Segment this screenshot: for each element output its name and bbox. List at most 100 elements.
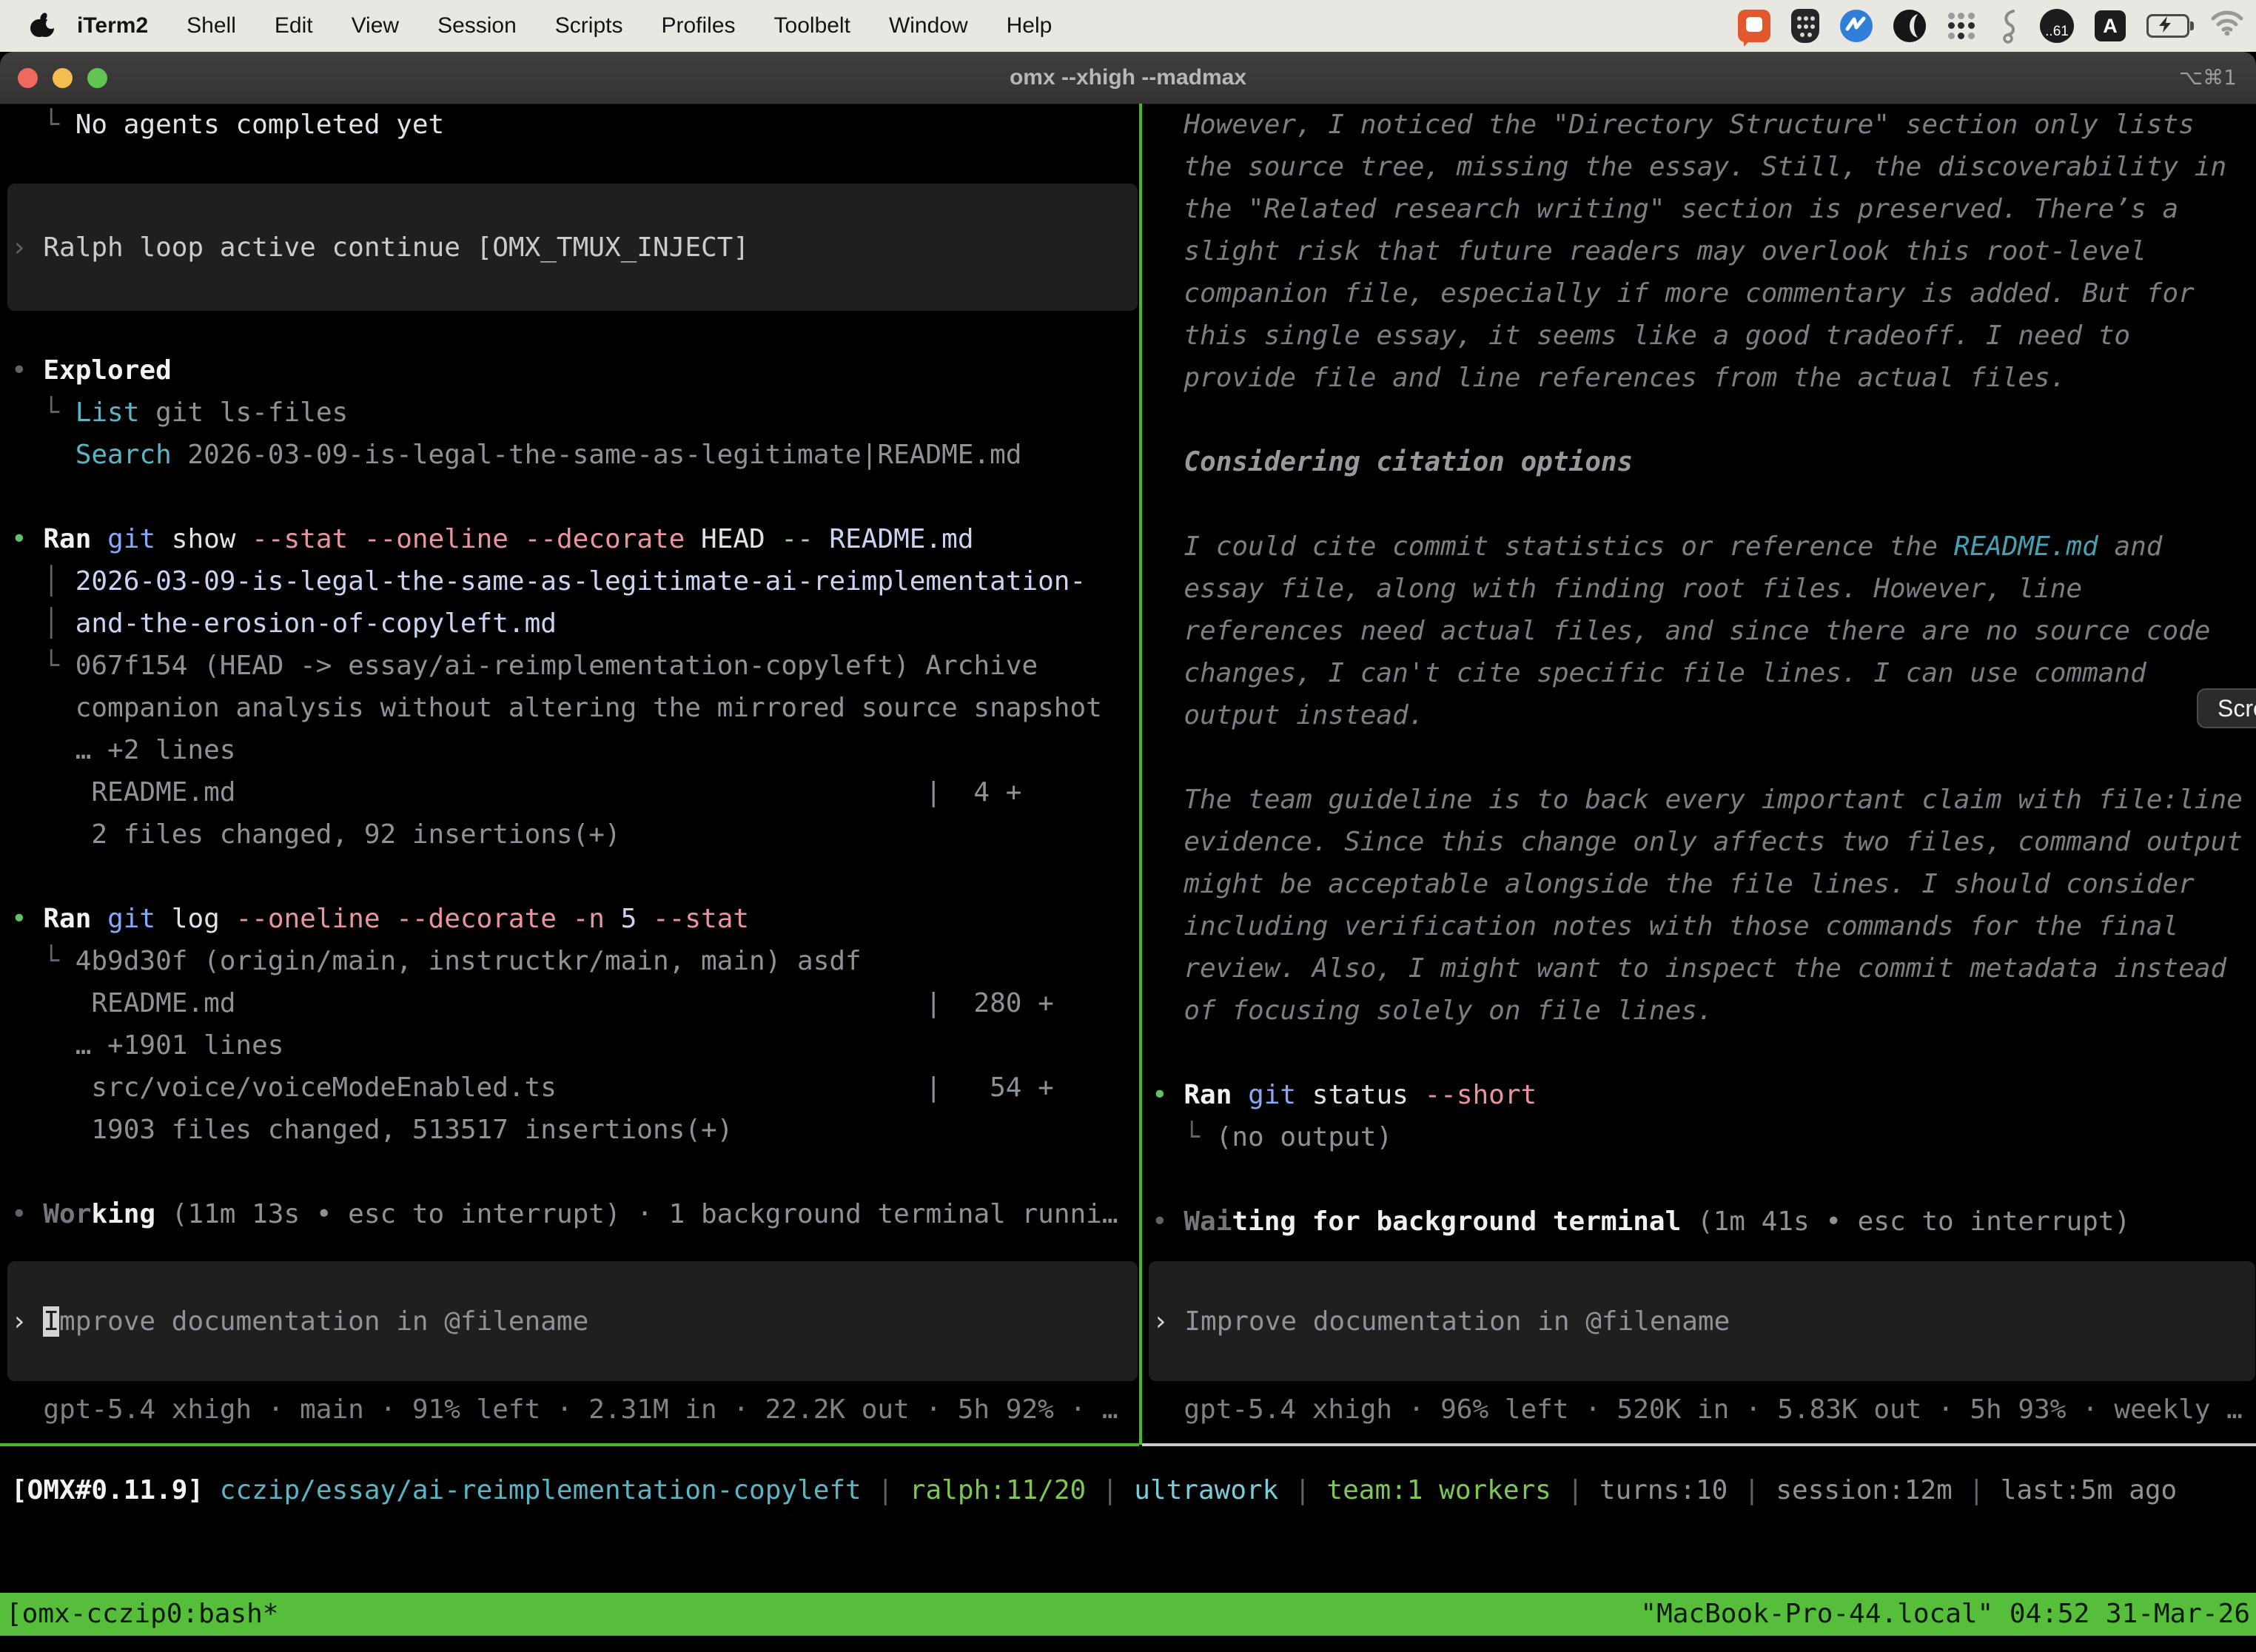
- terminal-line: slight risk that future readers may over…: [1152, 230, 2243, 272]
- terminal-line: › Ralph loop active continue [OMX_TMUX_I…: [11, 226, 749, 269]
- menu-item-help[interactable]: Help: [987, 13, 1072, 38]
- terminal-line: companion analysis without altering the …: [11, 687, 1118, 729]
- right-prompt-input[interactable]: › Improve documentation in @filename: [1149, 1261, 2255, 1381]
- terminal-line: the "Related research writing" section i…: [1152, 188, 2243, 230]
- terminal-line: [1152, 736, 2243, 779]
- right-session-status: gpt-5.4 xhigh · 96% left · 520K in · 5.8…: [1152, 1389, 2243, 1431]
- screen: iTerm2ShellEditViewSessionScriptsProfile…: [0, 0, 2256, 1652]
- terminal-line: this single essay, it seems like a good …: [1152, 315, 2243, 357]
- left-pane-separator: [0, 1443, 1139, 1446]
- terminal-line: evidence. Since this change only affects…: [1152, 821, 2243, 863]
- omx-status-line: [OMX#0.11.9] cczip/essay/ai-reimplementa…: [11, 1469, 2177, 1511]
- terminal-line: gpt-5.4 xhigh · 96% left · 520K in · 5.8…: [1152, 1389, 2243, 1431]
- keyboard-layout-icon[interactable]: A: [2095, 10, 2126, 41]
- terminal-line: └ 067f154 (HEAD -> essay/ai-reimplementa…: [11, 645, 1118, 687]
- window-title-bar[interactable]: omx --xhigh --madmax ⌥⌘1: [0, 52, 2256, 104]
- terminal-line: Search 2026-03-09-is-legal-the-same-as-l…: [11, 434, 1118, 476]
- terminal-line: › Improve documentation in @filename: [1152, 1300, 1730, 1343]
- terminal-line: review. Also, I might want to inspect th…: [1152, 947, 2243, 990]
- menu-item-edit[interactable]: Edit: [255, 13, 332, 38]
- window-shortcut-hint: ⌥⌘1: [2179, 52, 2237, 104]
- terminal-line: • Ran git show --stat --oneline --decora…: [11, 518, 1118, 560]
- terminal-line: including verification notes with those …: [1152, 905, 2243, 947]
- right-pane-separator: [1142, 1443, 2256, 1446]
- terminal-line: [11, 856, 1118, 898]
- menu-item-view[interactable]: View: [332, 13, 418, 38]
- terminal-line: [OMX#0.11.9] cczip/essay/ai-reimplementa…: [11, 1469, 2177, 1511]
- right-pane-transcript: However, I noticed the "Directory Struct…: [1152, 104, 2243, 1243]
- left-session-status: gpt-5.4 xhigh · main · 91% left · 2.31M …: [11, 1389, 1118, 1431]
- terminal-line: [11, 1151, 1118, 1193]
- screen-share-toast-label: Scre: [2218, 695, 2256, 722]
- menu-item-scripts[interactable]: Scripts: [536, 13, 642, 38]
- terminal-line: Considering citation options: [1152, 441, 2243, 483]
- terminal-line: • Ran git status --short: [1152, 1074, 2243, 1116]
- terminal-line: of focusing solely on file lines.: [1152, 990, 2243, 1032]
- tmux-host-clock: "MacBook-Pro-44.local" 04:52 31-Mar-26: [1640, 1593, 2250, 1635]
- apple-menu-icon[interactable]: [30, 11, 55, 41]
- keyboard-layout-label: A: [2103, 15, 2118, 38]
- terminal-line: src/voice/voiceModeEnabled.ts | 54 +: [11, 1067, 1118, 1109]
- terminal-line: companion file, especially if more comme…: [1152, 272, 2243, 315]
- terminal-line: └ No agents completed yet: [11, 104, 444, 146]
- terminal-line: • Explored: [11, 349, 1118, 392]
- menu-item-app[interactable]: iTerm2: [55, 13, 167, 38]
- menu-item-shell[interactable]: Shell: [167, 13, 255, 38]
- dots-grid-icon[interactable]: [1947, 11, 1976, 41]
- menu-status-icons: ..61 A: [1738, 0, 2244, 52]
- left-queued-message-box[interactable]: › Ralph loop active continue [OMX_TMUX_I…: [7, 184, 1138, 311]
- terminal-line: The team guideline is to back every impo…: [1152, 779, 2243, 821]
- tmux-session-name[interactable]: [omx-cczip0:bash*: [6, 1593, 278, 1635]
- terminal-line: [1152, 483, 2243, 526]
- terminal-line: README.md | 4 +: [11, 771, 1118, 813]
- terminal-line: provide file and line references from th…: [1152, 357, 2243, 399]
- terminal-line: essay file, along with finding root file…: [1152, 568, 2243, 610]
- terminal-line: I could cite commit statistics or refere…: [1152, 526, 2243, 568]
- screen-share-toast[interactable]: Scre: [2197, 688, 2256, 728]
- terminal-line: │ and-the-erosion-of-copyleft.md: [11, 602, 1118, 645]
- terminal-line: • Working (11m 13s • esc to interrupt) ·…: [11, 1193, 1118, 1235]
- terminal-line: [11, 476, 1118, 518]
- terminal-line: • Waiting for background terminal (1m 41…: [1152, 1201, 2243, 1243]
- terminal-line: [1152, 399, 2243, 441]
- wifi-icon[interactable]: [2210, 10, 2244, 42]
- terminal-line: However, I noticed the "Directory Struct…: [1152, 104, 2243, 146]
- pane-divider[interactable]: [1139, 104, 1142, 1445]
- terminal-line: • Ran git log --oneline --decorate -n 5 …: [11, 898, 1118, 940]
- macos-menu-bar: iTerm2ShellEditViewSessionScriptsProfile…: [0, 0, 2256, 52]
- menu-item-window[interactable]: Window: [870, 13, 987, 38]
- left-prompt-input[interactable]: › Improve documentation in @filename: [7, 1261, 1138, 1381]
- blue-badge-icon[interactable]: [1840, 10, 1873, 42]
- terminal-line: gpt-5.4 xhigh · main · 91% left · 2.31M …: [11, 1389, 1118, 1431]
- terminal-line: │ 2026-03-09-is-legal-the-same-as-legiti…: [11, 560, 1118, 602]
- terminal-line: the source tree, missing the essay. Stil…: [1152, 146, 2243, 188]
- battery-icon[interactable]: [2146, 14, 2189, 38]
- menu-item-toolbelt[interactable]: Toolbelt: [755, 13, 870, 38]
- terminal-line: └ 4b9d30f (origin/main, instructkr/main,…: [11, 940, 1118, 982]
- menu-item-session[interactable]: Session: [418, 13, 536, 38]
- terminal-line: 1903 files changed, 513517 insertions(+): [11, 1109, 1118, 1151]
- terminal-line: › Improve documentation in @filename: [11, 1300, 588, 1343]
- counter-icon[interactable]: ..61: [2040, 9, 2074, 43]
- squiggle-icon[interactable]: [1997, 8, 2019, 44]
- menu-item-profiles[interactable]: Profiles: [642, 13, 754, 38]
- terminal-line: … +2 lines: [11, 729, 1118, 771]
- tmux-status-bar: [omx-cczip0:bash* "MacBook-Pro-44.local"…: [0, 1593, 2256, 1636]
- counter-label: ..61: [2045, 24, 2069, 40]
- terminal-line: [1152, 1158, 2243, 1201]
- window-title: omx --xhigh --madmax: [0, 52, 2256, 104]
- terminal-line: might be acceptable alongside the file l…: [1152, 863, 2243, 905]
- menu-items: iTerm2ShellEditViewSessionScriptsProfile…: [55, 13, 1071, 38]
- left-pane-transcript: • Explored └ List git ls-files Search 20…: [11, 349, 1118, 1235]
- terminal-line: └ List git ls-files: [11, 392, 1118, 434]
- terminal-line: [1152, 1032, 2243, 1074]
- terminal-line: README.md | 280 +: [11, 982, 1118, 1024]
- terminal-line: … +1901 lines: [11, 1024, 1118, 1067]
- screenshot-app-icon[interactable]: [1738, 10, 1770, 42]
- terminal-line: changes, I can't cite specific file line…: [1152, 652, 2243, 694]
- crescent-icon[interactable]: [1893, 10, 1926, 42]
- terminal-line: 2 files changed, 92 insertions(+): [11, 813, 1118, 856]
- terminal-line: references need actual files, and since …: [1152, 610, 2243, 652]
- shield-grid-icon[interactable]: [1791, 9, 1819, 43]
- terminal-line: output instead.: [1152, 694, 2243, 736]
